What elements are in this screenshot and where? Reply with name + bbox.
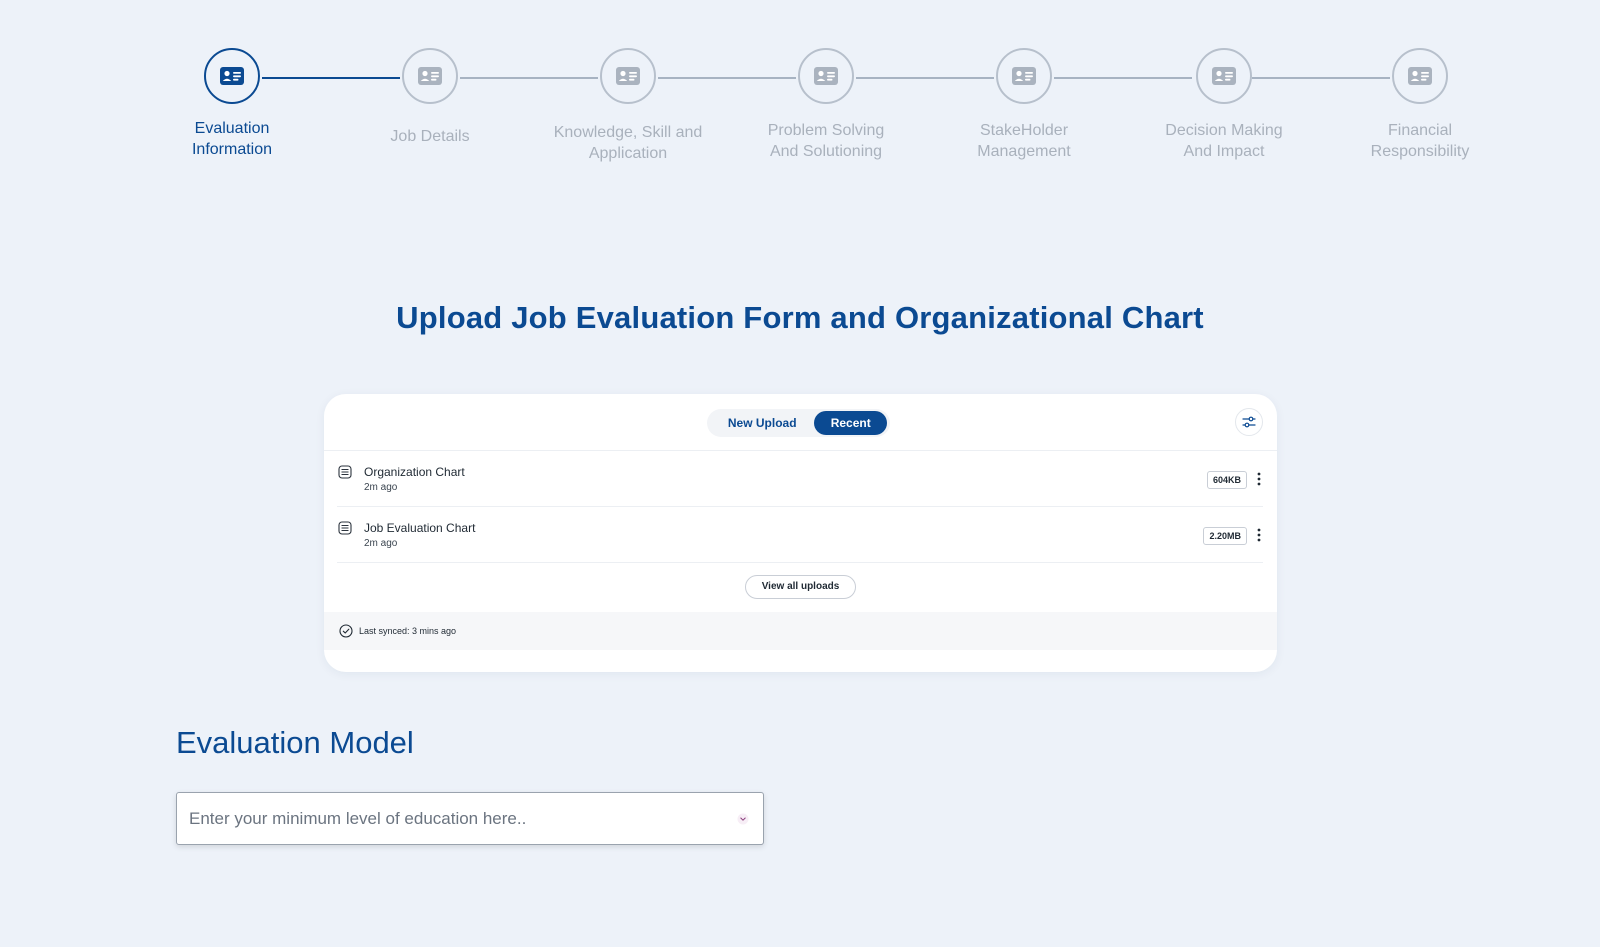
upload-tab-switch: New Upload Recent — [707, 409, 890, 437]
step-label: Evaluation Information — [191, 120, 273, 158]
upload-card: New Upload Recent Organization Chart 2m … — [324, 394, 1277, 672]
file-row[interactable]: Organization Chart 2m ago 604KB — [337, 451, 1263, 507]
view-all-container: View all uploads — [324, 575, 1277, 599]
step-circle — [996, 48, 1052, 104]
contact-card-icon — [220, 67, 244, 85]
upload-section-title: Upload Job Evaluation Form and Organizat… — [396, 300, 1204, 335]
step-circle — [600, 48, 656, 104]
progress-stepper: Evaluation Information Job Details Knowl… — [0, 0, 1600, 200]
tab-new-upload[interactable]: New Upload — [710, 411, 814, 435]
step-label: Decision Making And Impact — [1165, 122, 1283, 160]
step-label: Financial Responsibility — [1370, 122, 1470, 160]
tab-recent[interactable]: Recent — [814, 411, 887, 435]
more-options-icon[interactable] — [1255, 471, 1263, 487]
step-evaluation-information[interactable]: Evaluation Information — [132, 48, 332, 160]
check-circle-icon — [339, 624, 353, 638]
view-all-uploads-button[interactable]: View all uploads — [744, 575, 857, 599]
more-options-icon[interactable] — [1255, 527, 1263, 543]
file-time: 2m ago — [364, 482, 398, 493]
contact-card-icon — [1408, 67, 1432, 85]
step-stakeholder-management[interactable]: StakeHolder Management — [924, 48, 1124, 162]
education-level-placeholder: Enter your minimum level of education he… — [189, 809, 527, 828]
step-circle — [204, 48, 260, 104]
contact-card-icon — [1012, 67, 1036, 85]
step-label: Job Details — [390, 128, 470, 145]
file-size-badge: 2.20MB — [1203, 527, 1247, 545]
contact-card-icon — [418, 67, 442, 85]
step-circle — [1196, 48, 1252, 104]
step-decision-making[interactable]: Decision Making And Impact — [1124, 48, 1324, 162]
evaluation-model-title: Evaluation Model — [176, 725, 414, 760]
contact-card-icon — [814, 67, 838, 85]
sliders-icon — [1242, 416, 1256, 428]
education-level-select[interactable]: Enter your minimum level of education he… — [176, 792, 764, 845]
file-row[interactable]: Job Evaluation Chart 2m ago 2.20MB — [337, 507, 1263, 563]
step-label: StakeHolder Management — [977, 122, 1071, 160]
file-time: 2m ago — [364, 538, 398, 549]
document-icon — [338, 465, 352, 479]
step-label: Problem Solving And Solutioning — [767, 122, 885, 160]
filter-button[interactable] — [1235, 408, 1263, 436]
step-problem-solving[interactable]: Problem Solving And Solutioning — [726, 48, 926, 162]
step-financial-responsibility[interactable]: Financial Responsibility — [1320, 48, 1520, 162]
step-label: Knowledge, Skill and Application — [553, 124, 703, 162]
file-name: Organization Chart — [364, 465, 465, 479]
contact-card-icon — [1212, 67, 1236, 85]
step-circle — [798, 48, 854, 104]
chevron-down-icon — [737, 813, 749, 825]
file-size-badge: 604KB — [1206, 471, 1247, 489]
step-knowledge-skill-application[interactable]: Knowledge, Skill and Application — [528, 48, 728, 164]
step-circle — [402, 48, 458, 104]
step-circle — [1392, 48, 1448, 104]
file-name: Job Evaluation Chart — [364, 521, 476, 535]
last-synced-text: Last synced: 3 mins ago — [359, 626, 457, 636]
contact-card-icon — [616, 67, 640, 85]
upload-card-header: New Upload Recent — [324, 394, 1277, 451]
document-icon — [338, 521, 352, 535]
sync-status-bar: Last synced: 3 mins ago — [324, 612, 1277, 650]
step-job-details[interactable]: Job Details — [330, 48, 530, 147]
